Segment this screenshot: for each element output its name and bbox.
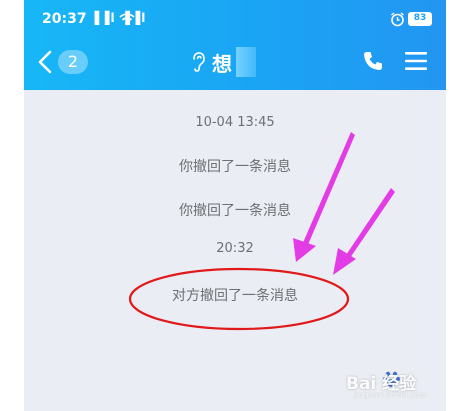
chat-title[interactable]: 想 (190, 47, 256, 77)
chevron-left-icon (38, 50, 52, 74)
unread-badge: 2 (58, 50, 88, 74)
name-mask (236, 47, 256, 77)
message-timestamp: 10-04 13:45 (195, 115, 275, 130)
alarm-icon (391, 12, 404, 27)
message-timestamp: 20:32 (216, 241, 254, 256)
ear-icon (193, 52, 205, 72)
recall-notice-other: 对方撤回了一条消息 (172, 288, 298, 304)
back-button[interactable]: 2 (38, 48, 92, 76)
header-bar: 20:37 ▐▐l ▐▐l 83 2 想 (24, 0, 446, 90)
page-margin (446, 0, 464, 411)
wifi-icon (119, 13, 135, 26)
contact-name: 想 (212, 51, 232, 76)
status-bar: 20:37 ▐▐l ▐▐l 83 (24, 8, 446, 30)
nav-bar: 2 想 (24, 40, 446, 84)
baidu-watermark: Bai 经验 jingyan.baidu.com (346, 363, 456, 403)
phone-icon[interactable] (362, 50, 384, 72)
watermark-url: jingyan.baidu.com (354, 391, 428, 399)
chat-screen: 20:37 ▐▐l ▐▐l 83 2 想 10-04 13:45 你撤回了一条消… (24, 0, 446, 411)
recall-notice: 你撤回了一条消息 (179, 159, 291, 175)
status-time: 20:37 (42, 11, 87, 27)
recall-notice: 你撤回了一条消息 (179, 203, 291, 219)
menu-icon[interactable] (404, 50, 428, 72)
battery-indicator: 83 (408, 12, 432, 26)
